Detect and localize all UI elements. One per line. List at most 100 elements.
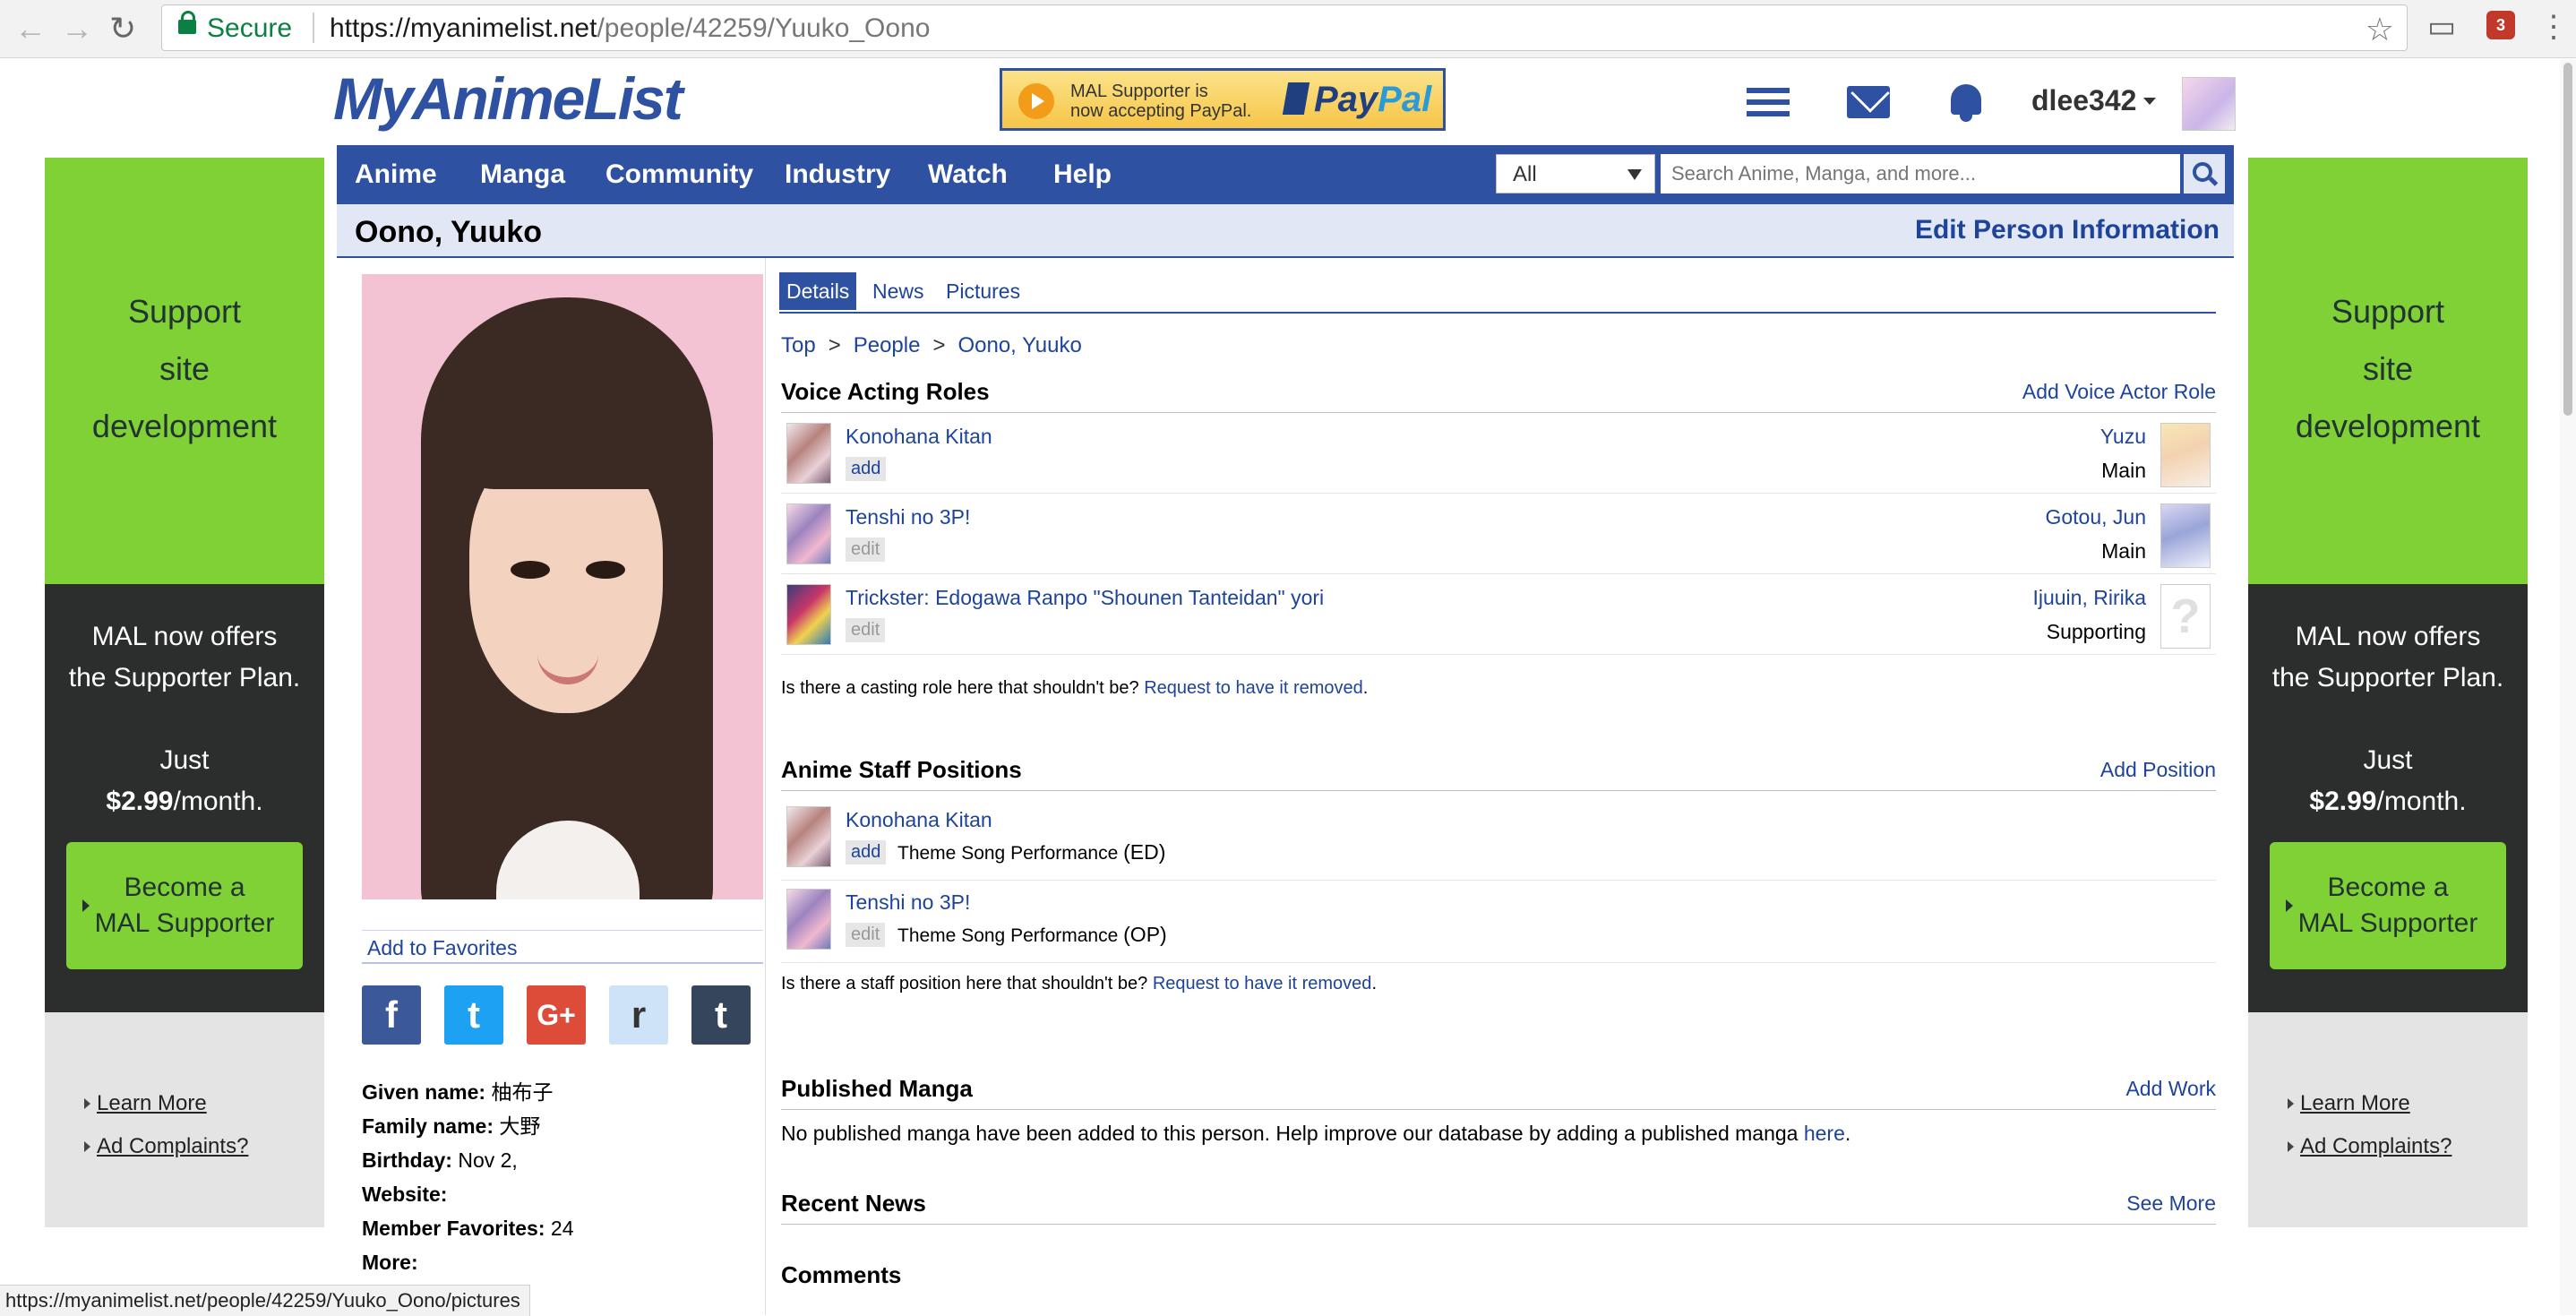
character-link[interactable]: Ijuuin, Ririka — [2032, 586, 2146, 610]
anime-thumbnail[interactable] — [786, 806, 831, 867]
add-position-link[interactable]: Add Position — [2100, 758, 2216, 782]
user-avatar[interactable] — [2182, 77, 2236, 131]
anime-link[interactable]: Konohana Kitan — [846, 808, 992, 832]
anime-thumbnail[interactable] — [786, 584, 831, 645]
url-text[interactable]: https://myanimelist.net/people/42259/Yuu… — [330, 13, 930, 44]
search-icon[interactable] — [2184, 154, 2225, 194]
section-title: Anime Staff Positions — [781, 756, 1022, 783]
staff-position-row: Konohana Kitan add Theme Song Performanc… — [781, 797, 2216, 881]
support-banner[interactable]: Support site development — [2248, 158, 2528, 584]
given-name-label: Given name: — [362, 1080, 486, 1104]
become-supporter-button[interactable]: Become a MAL Supporter — [66, 842, 303, 969]
reddit-icon[interactable]: r — [609, 985, 668, 1045]
learn-more-link[interactable]: Learn More — [2300, 1091, 2410, 1115]
nav-anime[interactable]: Anime — [355, 159, 437, 190]
page-scrollbar-thumb[interactable] — [2563, 63, 2572, 416]
search-category-select[interactable]: All — [1496, 154, 1655, 194]
add-button[interactable]: add — [846, 840, 887, 864]
cast-icon[interactable]: ▭ — [2427, 9, 2456, 45]
see-more-link[interactable]: See More — [2126, 1191, 2216, 1216]
breadcrumb-people[interactable]: People — [854, 333, 921, 357]
become-supporter-button[interactable]: Become a MAL Supporter — [2270, 842, 2506, 969]
tab-pictures[interactable]: Pictures — [939, 272, 1027, 310]
become-line: Become a — [124, 873, 245, 902]
character-link[interactable]: Gotou, Jun — [2045, 505, 2146, 529]
support-banner[interactable]: Support site development — [45, 158, 324, 584]
ad-complaints-link[interactable]: Ad Complaints? — [97, 1134, 248, 1158]
paypal-banner[interactable]: MAL Supporter is now accepting PayPal. P… — [1000, 68, 1446, 131]
edit-button[interactable]: edit — [846, 618, 886, 642]
nav-help[interactable]: Help — [1053, 159, 1112, 190]
support-line: Support — [2331, 293, 2445, 330]
menu-kebab-icon[interactable]: ⋮ — [2538, 9, 2569, 45]
ad-complaints-link[interactable]: Ad Complaints? — [2300, 1134, 2451, 1158]
add-voice-actor-role-link[interactable]: Add Voice Actor Role — [2022, 380, 2216, 404]
given-name-value: 柚布子 — [491, 1080, 554, 1104]
learn-more-link[interactable]: Learn More — [97, 1091, 207, 1115]
facebook-icon[interactable]: f — [362, 985, 421, 1045]
nav-manga[interactable]: Manga — [480, 159, 565, 190]
staff-position: Theme Song Performance (ED) — [897, 840, 1165, 864]
breadcrumb-top[interactable]: Top — [781, 333, 816, 357]
edit-button[interactable]: edit — [846, 538, 886, 562]
staff-removal-note: Is there a staff position here that shou… — [781, 974, 1377, 993]
anime-thumbnail[interactable] — [786, 889, 831, 950]
anime-link[interactable]: Tenshi no 3P! — [846, 890, 970, 915]
add-manga-here-link[interactable]: here — [1804, 1122, 1845, 1145]
google-plus-icon[interactable]: G+ — [527, 985, 586, 1045]
comments-header: Comments — [781, 1261, 2216, 1295]
tumblr-icon[interactable]: t — [691, 985, 751, 1045]
edit-button[interactable]: edit — [846, 923, 886, 947]
tab-details[interactable]: Details — [779, 272, 857, 310]
offer-line: the Supporter Plan. — [2271, 663, 2504, 692]
position-name: Theme Song Performance — [897, 925, 1119, 946]
price: $2.99 — [2309, 787, 2377, 816]
nav-watch[interactable]: Watch — [928, 159, 1008, 190]
request-removal-link[interactable]: Request to have it removed — [1153, 974, 1372, 993]
main-nav: Anime Manga Community Industry Watch Hel… — [337, 145, 2234, 204]
person-tabs: Details News Pictures — [779, 272, 2216, 314]
edit-person-link[interactable]: Edit Person Information — [1915, 215, 2220, 245]
paypal-p-icon — [1282, 82, 1310, 115]
anime-link[interactable]: Trickster: Edogawa Ranpo "Shounen Tantei… — [846, 586, 1324, 610]
back-icon[interactable]: ← — [14, 11, 47, 47]
anime-link[interactable]: Konohana Kitan — [846, 425, 992, 449]
member-favorites-row: Member Favorites: 24 — [362, 1211, 574, 1245]
anime-thumbnail[interactable] — [786, 423, 831, 484]
role-type: Main — [2101, 539, 2146, 563]
anime-thumbnail[interactable] — [786, 503, 831, 564]
add-to-favorites-link[interactable]: Add to Favorites — [362, 930, 763, 964]
character-thumbnail[interactable] — [2160, 423, 2211, 487]
list-icon[interactable] — [1747, 88, 1790, 123]
staff-positions-header: Anime Staff Positions Add Position — [781, 756, 2216, 791]
nav-community[interactable]: Community — [605, 159, 753, 190]
add-button[interactable]: add — [846, 457, 887, 481]
request-removal-link[interactable]: Request to have it removed — [1144, 678, 1363, 698]
search-input[interactable] — [1661, 154, 2180, 194]
nav-industry[interactable]: Industry — [785, 159, 890, 190]
mail-icon[interactable] — [1847, 86, 1890, 118]
website-label: Website: — [362, 1183, 448, 1206]
note-text: Is there a casting role here that should… — [781, 678, 1139, 698]
staff-position: Theme Song Performance (OP) — [897, 923, 1167, 947]
add-work-link[interactable]: Add Work — [2125, 1077, 2216, 1101]
twitter-icon[interactable]: t — [444, 985, 503, 1045]
tab-news[interactable]: News — [865, 272, 932, 310]
character-link[interactable]: Yuzu — [2100, 425, 2146, 449]
extension-icon[interactable]: 3 — [2486, 11, 2515, 39]
address-bar[interactable]: Secure https://myanimelist.net/people/42… — [161, 4, 2408, 51]
url-host: https://myanimelist.net — [330, 13, 597, 43]
notification-bell-icon[interactable] — [1947, 81, 1985, 122]
breadcrumb-person[interactable]: Oono, Yuuko — [957, 333, 1081, 357]
reload-icon[interactable]: ↻ — [109, 11, 136, 47]
site-logo[interactable]: MyAnimeList — [333, 65, 683, 133]
user-menu[interactable]: dlee342 — [2031, 84, 2156, 117]
unknown-character-icon[interactable]: ? — [2160, 584, 2211, 649]
character-thumbnail[interactable] — [2160, 503, 2211, 568]
person-photo[interactable] — [362, 274, 763, 899]
breadcrumb: Top > People > Oono, Yuuko — [781, 333, 1082, 358]
anime-link[interactable]: Tenshi no 3P! — [846, 505, 970, 529]
forward-icon[interactable]: → — [61, 11, 93, 47]
bookmark-star-icon[interactable]: ☆ — [2366, 11, 2394, 48]
secure-label: Secure — [207, 13, 293, 43]
